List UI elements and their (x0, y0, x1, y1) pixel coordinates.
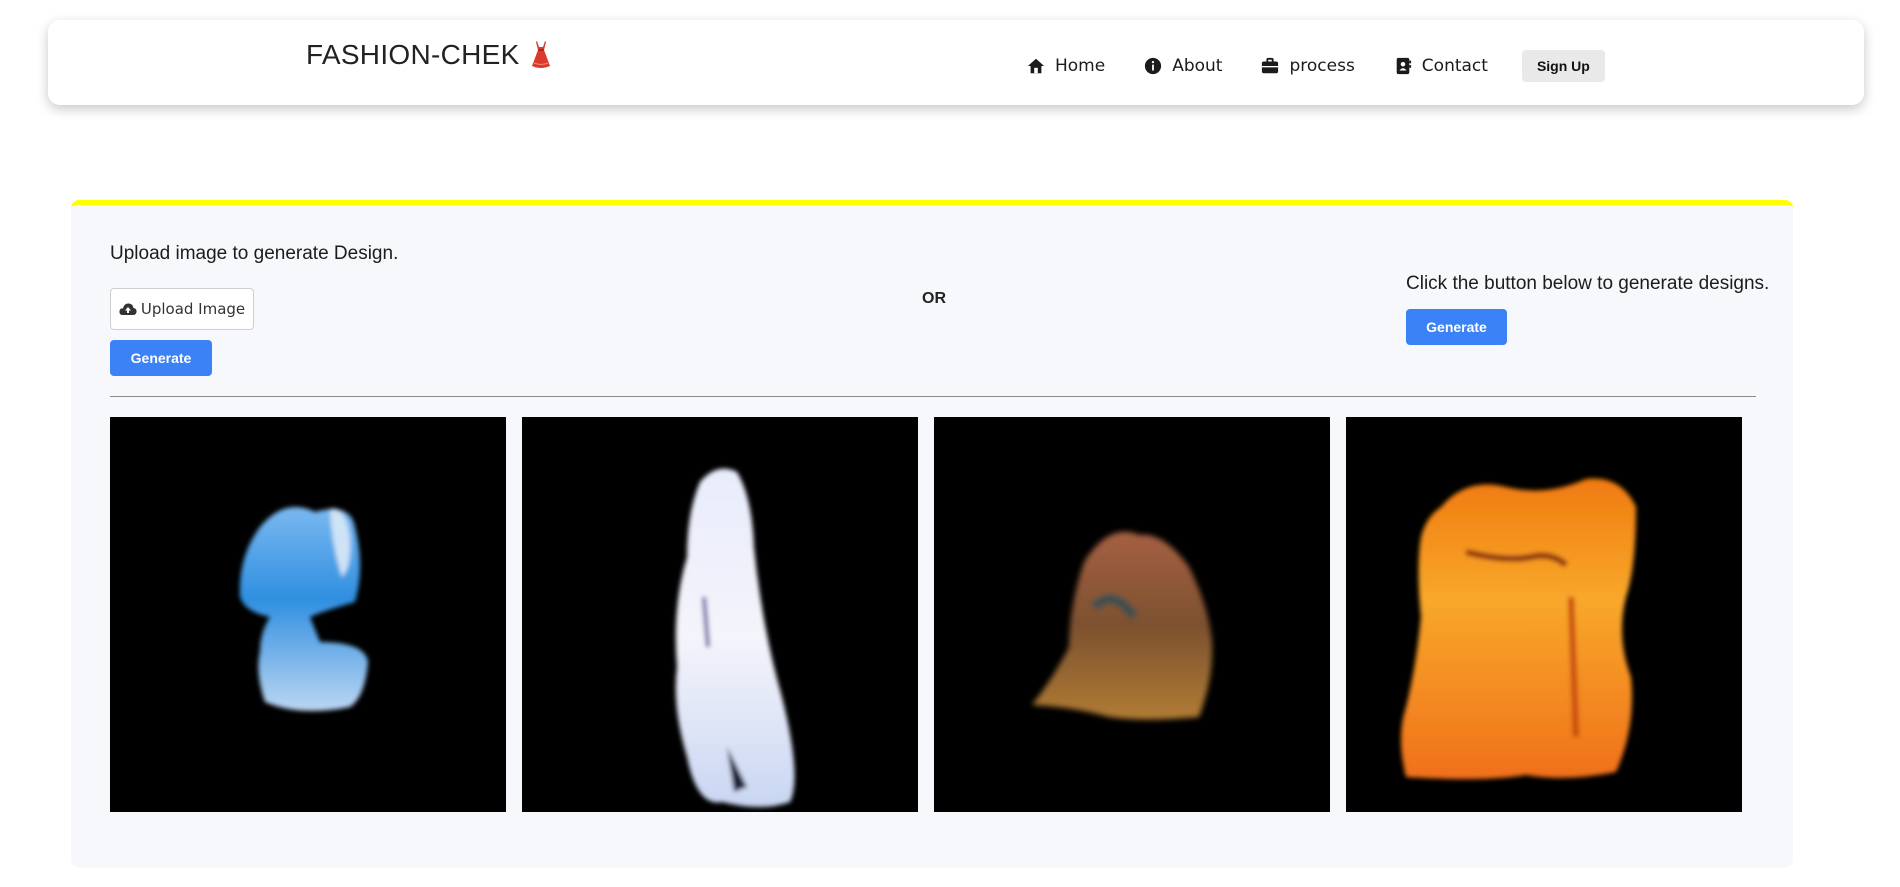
generated-designs-gallery (110, 417, 1758, 812)
main-nav: Home About process Contact Sign Up (1026, 50, 1605, 82)
upload-heading: Upload image to generate Design. (110, 243, 399, 264)
upload-image-button[interactable]: Upload Image (110, 288, 254, 330)
nav-home-label: Home (1055, 56, 1106, 76)
generator-card: Upload image to generate Design. Upload … (71, 200, 1793, 868)
brand-logo[interactable]: FASHION-CHEK (306, 39, 554, 71)
generated-design-orange[interactable] (1346, 417, 1742, 812)
home-icon (1026, 56, 1046, 76)
brand-name: FASHION-CHEK (306, 39, 520, 70)
contact-book-icon (1393, 56, 1413, 76)
nav-process-label: process (1289, 56, 1355, 76)
navbar: FASHION-CHEK Home About process Contact … (48, 20, 1864, 105)
generate-random-button[interactable]: Generate (1406, 309, 1507, 345)
generate-from-upload-button[interactable]: Generate (110, 340, 212, 376)
dress-icon (528, 39, 554, 71)
nav-contact[interactable]: Contact (1393, 56, 1488, 76)
generated-design-white[interactable] (522, 417, 918, 812)
generated-design-brown[interactable] (934, 417, 1330, 812)
briefcase-icon (1260, 56, 1280, 76)
cloud-upload-icon (119, 302, 137, 316)
generated-design-blue[interactable] (110, 417, 506, 812)
nav-process[interactable]: process (1260, 56, 1355, 76)
nav-about-label: About (1172, 56, 1223, 76)
signup-button[interactable]: Sign Up (1521, 50, 1605, 82)
upload-image-label: Upload Image (140, 300, 246, 318)
nav-home[interactable]: Home (1026, 56, 1105, 76)
info-icon (1143, 56, 1163, 76)
or-separator: OR (922, 290, 946, 307)
nav-contact-label: Contact (1421, 56, 1488, 76)
nav-about[interactable]: About (1143, 56, 1222, 76)
section-divider (110, 396, 1756, 397)
random-generate-heading: Click the button below to generate desig… (1406, 273, 1770, 294)
